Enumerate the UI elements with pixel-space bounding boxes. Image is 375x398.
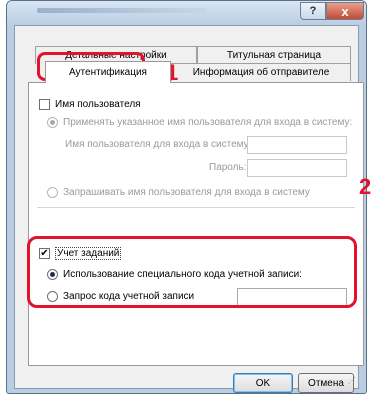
password-label: Пароль: [209, 162, 247, 173]
user-name-checkbox-row[interactable]: Имя пользователя [39, 99, 141, 110]
radio-selected-dot [50, 272, 55, 277]
tab-title-page[interactable]: Титульная страница [197, 46, 351, 64]
cancel-button[interactable]: Отмена [298, 373, 354, 393]
radio-specific-code-label: Использование специального кода учетной … [63, 269, 302, 280]
job-accounting-checkbox[interactable]: ✔ [39, 248, 50, 259]
ok-button[interactable]: OK [233, 373, 293, 393]
dialog-client-area: Детальные настройки Титульная страница И… [14, 25, 364, 393]
user-name-label: Имя пользователя [55, 99, 141, 110]
resize-grip-icon[interactable]: ⋰ [348, 376, 356, 385]
login-name-field[interactable] [247, 136, 347, 154]
window-title-blurred [37, 8, 207, 13]
radio-request-code-row[interactable]: Запрос кода учетной записи [47, 291, 194, 302]
radio-request-code[interactable] [47, 291, 58, 302]
radio-prompt-user-label: Запрашивать имя пользователя для входа в… [63, 187, 310, 198]
tab-sender-info-label: Информация об отправителе [192, 67, 330, 78]
radio-prompt-user[interactable] [47, 187, 58, 198]
radio-specific-code[interactable] [47, 269, 58, 280]
user-name-checkbox[interactable] [39, 99, 50, 110]
tab-sender-info[interactable]: Информация об отправителе [171, 63, 351, 81]
tab-detailed-settings-label: Детальные настройки [65, 50, 167, 61]
radio-specified-user-row[interactable]: Применять указанное имя пользователя для… [47, 117, 352, 128]
radio-specified-user-label: Применять указанное имя пользователя для… [63, 117, 353, 128]
radio-specific-code-row[interactable]: Использование специального кода учетной … [47, 269, 302, 280]
radio-prompt-user-row[interactable]: Запрашивать имя пользователя для входа в… [47, 187, 310, 198]
login-name-label: Имя пользователя для входа в систему: [65, 139, 252, 150]
authentication-panel: Имя пользователя Применять указанное имя… [28, 82, 364, 366]
tab-title-page-label: Титульная страница [226, 50, 322, 61]
job-accounting-checkbox-row[interactable]: ✔ Учет заданий [39, 247, 122, 260]
radio-specified-user[interactable] [47, 117, 58, 128]
help-button[interactable]: ? [300, 2, 326, 20]
tab-authentication[interactable]: Аутентификация [45, 61, 171, 83]
password-field[interactable] [247, 159, 347, 177]
callout-step-2: 2 [359, 174, 372, 199]
title-bar: ? x [7, 1, 366, 25]
close-button[interactable]: x [326, 2, 364, 20]
radio-selected-dot [50, 120, 55, 125]
radio-request-code-label: Запрос кода учетной записи [63, 291, 195, 302]
section-divider [37, 207, 355, 208]
dialog-window: ? x Детальные настройки Титульная страни… [6, 0, 367, 394]
tab-authentication-label: Аутентификация [69, 67, 147, 78]
job-accounting-label: Учет заданий [55, 247, 122, 260]
account-code-field[interactable] [237, 288, 347, 308]
